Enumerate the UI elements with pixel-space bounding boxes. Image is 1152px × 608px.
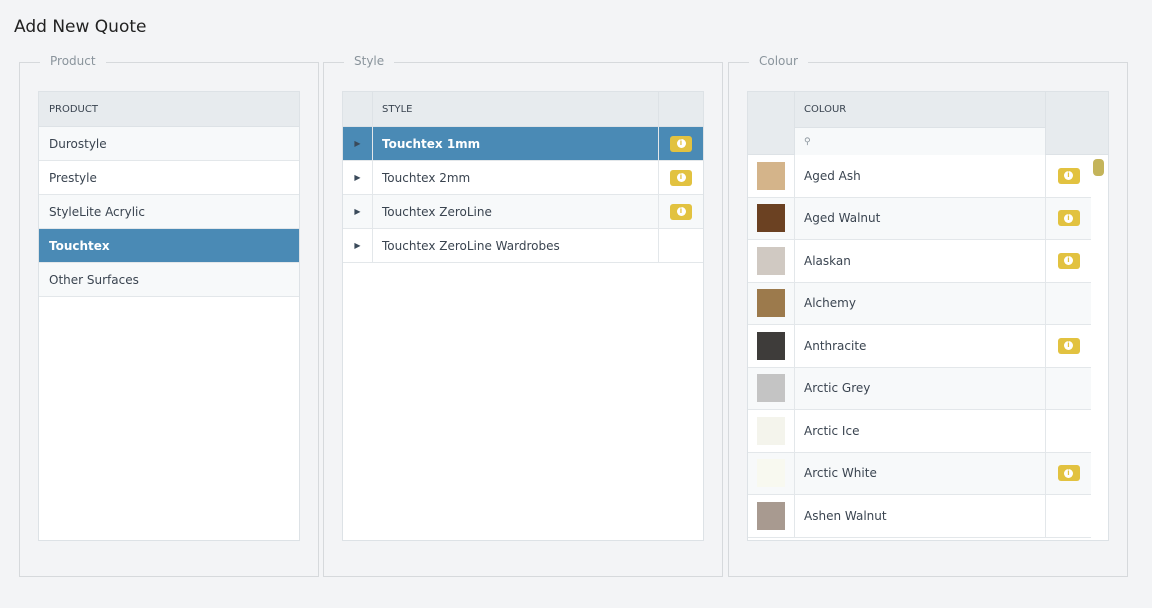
colour-row[interactable]: Aged Ash i	[748, 155, 1091, 198]
expand-arrow-icon[interactable]: ▶	[343, 127, 373, 160]
info-button[interactable]: i	[670, 169, 692, 186]
style-fieldset: Style STYLE ▶ Touchtex 1mm i ▶ Touchtex 2mm i…	[323, 54, 723, 577]
colour-row[interactable]: Alchemy	[748, 282, 1091, 325]
colour-label: Anthracite	[795, 325, 1046, 367]
colour-table: COLOUR ⚲ Aged Ash i Aged Walnut i Alaskan i Al…	[747, 91, 1109, 541]
colour-swatch	[757, 331, 785, 360]
product-table: PRODUCT Durostyle Prestyle StyleLite Acryl…	[38, 91, 300, 541]
colour-swatch	[757, 459, 785, 488]
colour-label: Alaskan	[795, 240, 1046, 282]
colour-label: Arctic Grey	[795, 367, 1046, 409]
colour-swatch	[757, 416, 785, 445]
colour-row[interactable]: Ashen Walnut	[748, 495, 1091, 538]
style-row[interactable]: ▶ Touchtex ZeroLine Wardrobes	[343, 229, 703, 263]
expand-arrow-icon[interactable]: ▶	[343, 195, 373, 228]
product-legend: Product	[40, 54, 106, 68]
product-row[interactable]: Durostyle	[39, 127, 299, 161]
colour-label: Arctic White	[795, 452, 1046, 494]
colour-swatch	[757, 289, 785, 318]
colour-label: Aged Ash	[795, 155, 1046, 197]
style-label: Touchtex ZeroLine Wardrobes	[373, 229, 659, 262]
colour-row[interactable]: Alaskan i	[748, 240, 1091, 283]
colour-header: COLOUR	[804, 104, 847, 115]
colour-label: Alchemy	[795, 282, 1046, 324]
colour-row[interactable]: Arctic Grey	[748, 367, 1091, 410]
style-row[interactable]: ▶ Touchtex ZeroLine i	[343, 195, 703, 229]
info-button[interactable]: i	[1057, 337, 1080, 354]
product-header: PRODUCT	[39, 92, 299, 127]
colour-swatch	[757, 501, 785, 530]
colour-fieldset: Colour COLOUR ⚲ Aged Ash i Aged Walnut i Ala…	[728, 54, 1128, 577]
info-button[interactable]: i	[670, 203, 692, 220]
colour-search-input[interactable]	[810, 134, 1045, 149]
search-icon: ⚲	[804, 136, 811, 147]
info-icon: i	[676, 207, 686, 216]
style-legend: Style	[344, 54, 395, 68]
page-title: Add New Quote	[14, 17, 147, 37]
product-row[interactable]: StyleLite Acrylic	[39, 195, 299, 229]
info-button[interactable]: i	[1057, 252, 1080, 269]
colour-row[interactable]: Anthracite i	[748, 325, 1091, 368]
style-label: Touchtex 1mm	[373, 127, 659, 160]
style-row[interactable]: ▶ Touchtex 2mm i	[343, 161, 703, 195]
colour-legend: Colour	[749, 54, 808, 68]
product-label: Other Surfaces	[49, 272, 139, 287]
info-icon: i	[1064, 213, 1073, 223]
expand-arrow-icon[interactable]: ▶	[343, 229, 373, 262]
style-row[interactable]: ▶ Touchtex 1mm i	[343, 127, 703, 161]
scrollbar-thumb[interactable]	[1093, 159, 1104, 176]
colour-label: Aged Walnut	[795, 197, 1046, 239]
info-icon: i	[1064, 171, 1073, 181]
info-icon: i	[1064, 341, 1073, 351]
product-fieldset: Product PRODUCT Durostyle Prestyle StyleLi…	[19, 54, 319, 577]
product-row[interactable]: Touchtex	[39, 229, 299, 263]
product-label: Prestyle	[49, 170, 97, 185]
colour-label: Arctic Ice	[795, 410, 1046, 452]
colour-swatch	[757, 204, 785, 233]
colour-row[interactable]: Aged Walnut i	[748, 197, 1091, 240]
info-button[interactable]: i	[1057, 465, 1080, 482]
colour-swatch	[757, 374, 785, 403]
style-header: STYLE	[373, 92, 659, 126]
colour-row[interactable]: Arctic White i	[748, 452, 1091, 495]
colour-row[interactable]: Arctic Ice	[748, 410, 1091, 453]
info-button[interactable]: i	[1057, 210, 1080, 227]
style-label: Touchtex 2mm	[373, 161, 659, 194]
product-label: Durostyle	[49, 136, 107, 151]
style-label: Touchtex ZeroLine	[373, 195, 659, 228]
info-icon: i	[1064, 256, 1073, 266]
product-row[interactable]: Prestyle	[39, 161, 299, 195]
info-icon: i	[1064, 468, 1073, 478]
colour-label: Ashen Walnut	[795, 495, 1046, 537]
style-table: STYLE ▶ Touchtex 1mm i ▶ Touchtex 2mm i ▶ Touch…	[342, 91, 704, 541]
info-icon: i	[676, 173, 686, 182]
info-button[interactable]: i	[670, 135, 692, 152]
product-row[interactable]: Other Surfaces	[39, 263, 299, 297]
colour-swatch	[757, 161, 785, 190]
info-icon: i	[676, 139, 686, 148]
colour-swatch	[757, 246, 785, 275]
product-label: Touchtex	[49, 238, 110, 253]
expand-arrow-icon[interactable]: ▶	[343, 161, 373, 194]
info-button[interactable]: i	[1057, 167, 1080, 184]
product-label: StyleLite Acrylic	[49, 204, 145, 219]
